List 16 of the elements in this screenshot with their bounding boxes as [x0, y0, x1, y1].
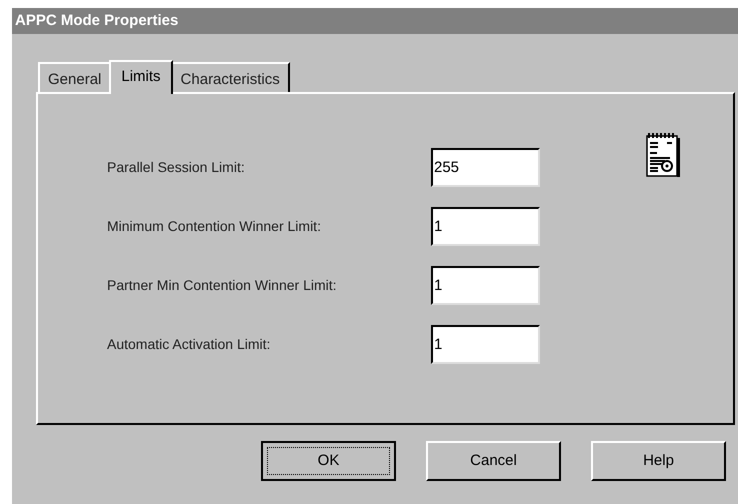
- notepad-gear-icon: [645, 132, 680, 178]
- tab[interactable]: Characteristics: [170, 62, 290, 92]
- tab[interactable]: Limits: [109, 60, 173, 94]
- field-label: Parallel Session Limit:: [107, 158, 246, 177]
- input-field[interactable]: 1: [431, 325, 540, 364]
- dialog-button[interactable]: Help: [591, 441, 726, 481]
- input-field[interactable]: 1: [431, 207, 540, 246]
- dialog-button[interactable]: Cancel: [426, 441, 561, 481]
- input-field[interactable]: 1: [431, 266, 540, 305]
- field-label: Minimum Contention Winner Limit:: [107, 217, 322, 236]
- dialog-button[interactable]: OK: [261, 441, 396, 481]
- field-label: Automatic Activation Limit:: [107, 335, 272, 354]
- tab[interactable]: General: [38, 62, 112, 92]
- field-label: Partner Min Contention Winner Limit:: [107, 276, 338, 295]
- input-field[interactable]: 255: [431, 148, 540, 187]
- window-title: APPC Mode Properties: [12, 8, 738, 34]
